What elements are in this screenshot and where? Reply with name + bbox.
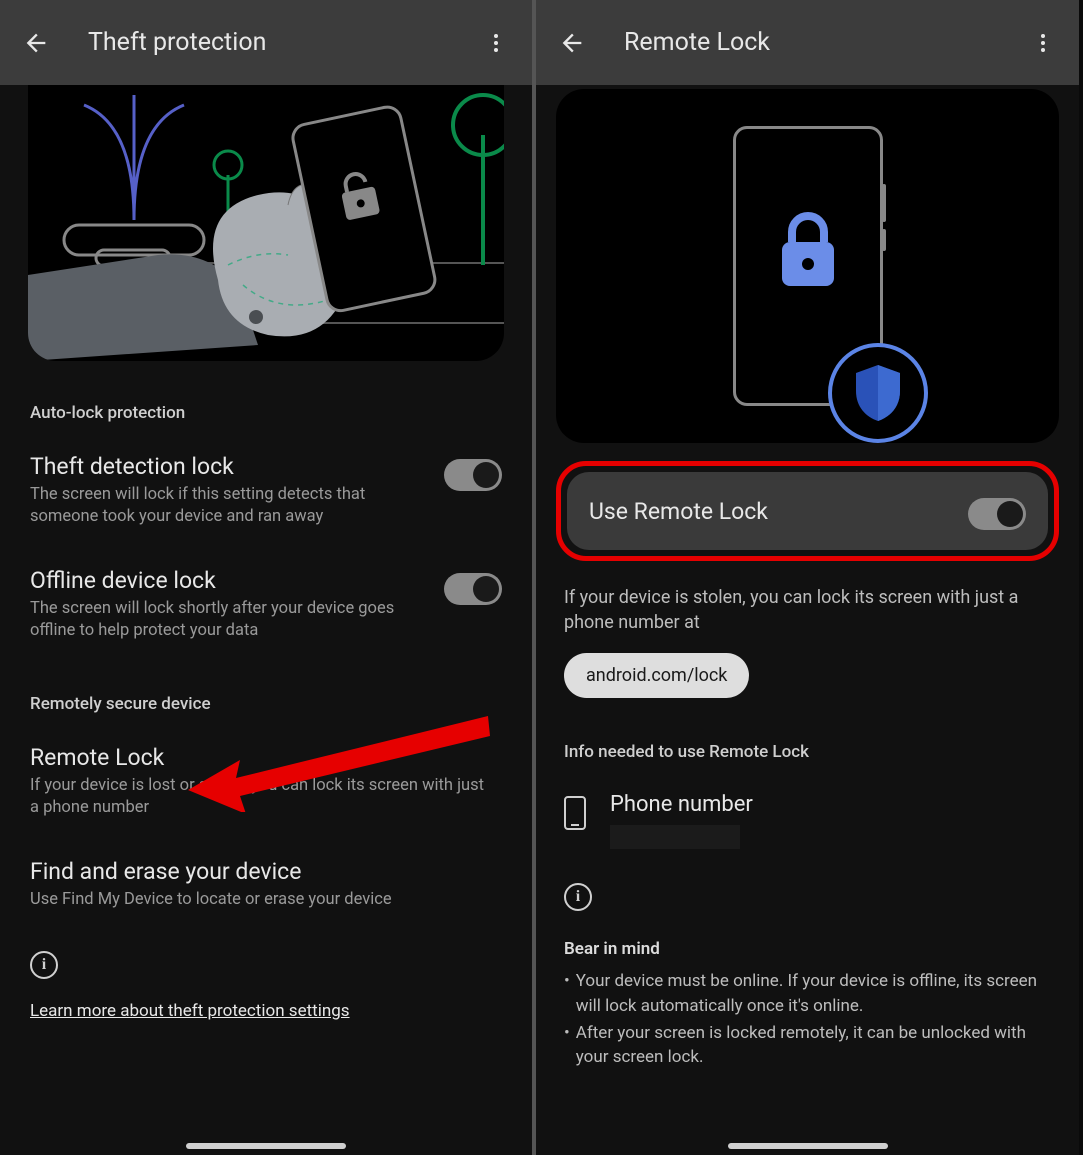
- section-header-auto-lock: Auto-lock protection: [0, 361, 532, 433]
- setting-remote-lock[interactable]: Remote Lock If your device is lost or st…: [0, 724, 532, 830]
- shield-icon: [852, 363, 904, 423]
- phone-number-label: Phone number: [610, 792, 753, 817]
- gesture-bar: [186, 1143, 346, 1149]
- back-button[interactable]: [554, 25, 590, 61]
- setting-description: The screen will lock shortly after your …: [30, 598, 434, 643]
- lock-icon: [776, 212, 840, 292]
- setting-title: Find and erase your device: [30, 858, 492, 885]
- setting-title: Remote Lock: [30, 744, 492, 771]
- learn-more-link[interactable]: Learn more about theft protection settin…: [30, 1001, 350, 1021]
- phone-icon: [564, 796, 586, 830]
- bullet-item: After your screen is locked remotely, it…: [576, 1021, 1057, 1070]
- topbar-left: Theft protection: [0, 0, 532, 85]
- topbar-right: Remote Lock: [536, 0, 1079, 85]
- remote-lock-screen: Remote Lock Use: [536, 0, 1079, 1155]
- setting-description: If your device is lost or stolen, you ca…: [30, 775, 492, 820]
- phone-outline-icon: [733, 126, 883, 406]
- theft-protection-screen: Theft protection: [0, 0, 536, 1155]
- phone-number-value-redacted: [610, 825, 740, 849]
- theft-detection-toggle[interactable]: [444, 459, 502, 491]
- setting-find-erase[interactable]: Find and erase your device Use Find My D…: [0, 830, 532, 921]
- page-title: Remote Lock: [624, 28, 1025, 57]
- hero-illustration: [556, 89, 1059, 443]
- shield-badge: [828, 343, 928, 443]
- more-vert-icon: [1031, 31, 1055, 55]
- bullet-item: Your device must be online. If your devi…: [576, 969, 1057, 1018]
- phone-number-row[interactable]: Phone number: [536, 768, 1079, 849]
- setting-description: The screen will lock if this setting det…: [30, 484, 434, 529]
- setting-title: Theft detection lock: [30, 453, 434, 480]
- annotation-highlight: Use Remote Lock: [556, 461, 1059, 561]
- setting-title: Offline device lock: [30, 567, 434, 594]
- offline-lock-toggle[interactable]: [444, 573, 502, 605]
- info-icon-row: i: [0, 921, 532, 989]
- lock-url-pill[interactable]: android.com/lock: [564, 653, 749, 698]
- bear-in-mind-list: •Your device must be online. If your dev…: [536, 967, 1079, 1070]
- use-remote-lock-toggle[interactable]: [968, 498, 1026, 530]
- overflow-menu-button[interactable]: [1025, 25, 1061, 61]
- back-button[interactable]: [18, 25, 54, 61]
- info-icon[interactable]: i: [30, 951, 58, 979]
- use-remote-lock-label: Use Remote Lock: [589, 498, 968, 525]
- bear-in-mind-header: Bear in mind: [536, 911, 1079, 967]
- section-header-remote: Remotely secure device: [0, 652, 532, 724]
- info-icon[interactable]: i: [564, 883, 592, 911]
- remote-lock-description: If your device is stolen, you can lock i…: [536, 561, 1079, 635]
- setting-description: Use Find My Device to locate or erase yo…: [30, 889, 492, 911]
- setting-offline-device-lock[interactable]: Offline device lock The screen will lock…: [0, 539, 532, 653]
- setting-theft-detection-lock[interactable]: Theft detection lock The screen will loc…: [0, 433, 532, 539]
- back-arrow-icon: [558, 29, 586, 57]
- more-vert-icon: [484, 31, 508, 55]
- back-arrow-icon: [22, 29, 50, 57]
- info-needed-header: Info needed to use Remote Lock: [536, 698, 1079, 768]
- gesture-bar: [728, 1143, 888, 1149]
- overflow-menu-button[interactable]: [478, 25, 514, 61]
- page-title: Theft protection: [88, 28, 478, 57]
- use-remote-lock-row[interactable]: Use Remote Lock: [567, 472, 1048, 550]
- hero-illustration: [28, 85, 504, 361]
